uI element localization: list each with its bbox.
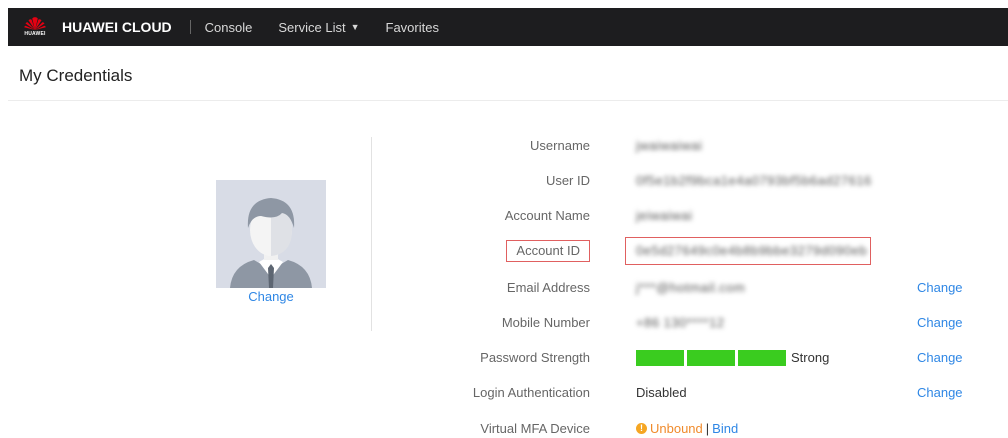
password-strength-label: Password Strength (480, 350, 590, 365)
mfa-unbound-text: Unbound (650, 421, 703, 436)
account-name-label: Account Name (504, 208, 590, 223)
nav-separator (189, 20, 191, 34)
email-label: Email Address (506, 280, 590, 295)
mfa-label: Virtual MFA Device (480, 421, 590, 436)
bind-mfa-link[interactable]: Bind (712, 421, 738, 436)
account-name-value: jeiwaiwai (636, 208, 693, 223)
user-id-value: 0f5e1b2f9bca1e4a0793bf5b6ad27616 (636, 173, 872, 188)
change-email-link[interactable]: Change (917, 277, 963, 299)
login-auth-value: Disabled (636, 385, 687, 400)
warning-icon: ! (636, 423, 647, 435)
top-navigation-bar: HUAWEI HUAWEI CLOUD Console Service List… (8, 8, 1008, 46)
login-auth-label: Login Authentication (472, 385, 590, 400)
row-mobile: Mobile Number +86 130****12 Change (400, 312, 1000, 334)
row-username: Username jwaiwaiwai (400, 135, 1000, 157)
nav-service-list-label: Service List (278, 19, 346, 35)
page-title: My Credentials (19, 66, 133, 85)
row-password-strength: Password Strength Strong Change (400, 347, 1000, 369)
row-user-id: User ID 0f5e1b2f9bca1e4a0793bf5b6ad27616 (400, 170, 1000, 192)
mobile-label: Mobile Number (501, 315, 590, 330)
title-divider (8, 100, 1008, 101)
change-login-auth-link[interactable]: Change (917, 382, 963, 404)
avatar (216, 180, 326, 288)
nav-favorites-label: Favorites (385, 19, 439, 35)
row-account-id: Account ID 0e5d27649c0e4b8b9bbe3279d090e… (400, 237, 1000, 265)
email-value: j***@hotmail.com (636, 280, 746, 295)
brand-name[interactable]: HUAWEI CLOUD (62, 19, 172, 35)
row-virtual-mfa: Virtual MFA Device ! Unbound | Bind (400, 418, 1000, 438)
vertical-divider (371, 137, 372, 331)
account-id-label: Account ID (506, 240, 590, 262)
user-avatar-icon (216, 180, 326, 288)
nav-favorites[interactable]: Favorites (386, 20, 439, 35)
account-id-value: 0e5d27649c0e4b8b9bbe3279d090eb (636, 243, 868, 258)
user-id-label: User ID (545, 173, 590, 188)
huawei-logo[interactable]: HUAWEI (20, 17, 50, 37)
nav-console[interactable]: Console (205, 20, 253, 35)
password-strength-meter: Strong (636, 350, 829, 366)
mfa-separator: | (705, 421, 710, 436)
row-login-authentication: Login Authentication Disabled Change (400, 382, 1000, 404)
huawei-petal-icon (24, 17, 46, 30)
mfa-status: ! Unbound | Bind (636, 418, 738, 438)
nav-service-list[interactable]: Service List ▼ (278, 20, 359, 35)
strength-segment (738, 350, 786, 366)
logo-wordmark: HUAWEI (24, 31, 46, 37)
mobile-value: +86 130****12 (636, 315, 725, 330)
password-strength-text: Strong (791, 350, 830, 365)
change-avatar-link[interactable]: Change (216, 289, 326, 304)
row-account-name: Account Name jeiwaiwai (400, 205, 1000, 227)
change-mobile-link[interactable]: Change (917, 312, 963, 334)
username-value: jwaiwaiwai (636, 138, 703, 153)
row-email: Email Address j***@hotmail.com Change (400, 277, 1000, 299)
nav-console-label: Console (204, 19, 253, 35)
username-label: Username (530, 138, 590, 153)
strength-segment (636, 350, 684, 366)
strength-segment (687, 350, 735, 366)
change-password-link[interactable]: Change (917, 347, 963, 369)
chevron-down-icon: ▼ (350, 22, 360, 32)
